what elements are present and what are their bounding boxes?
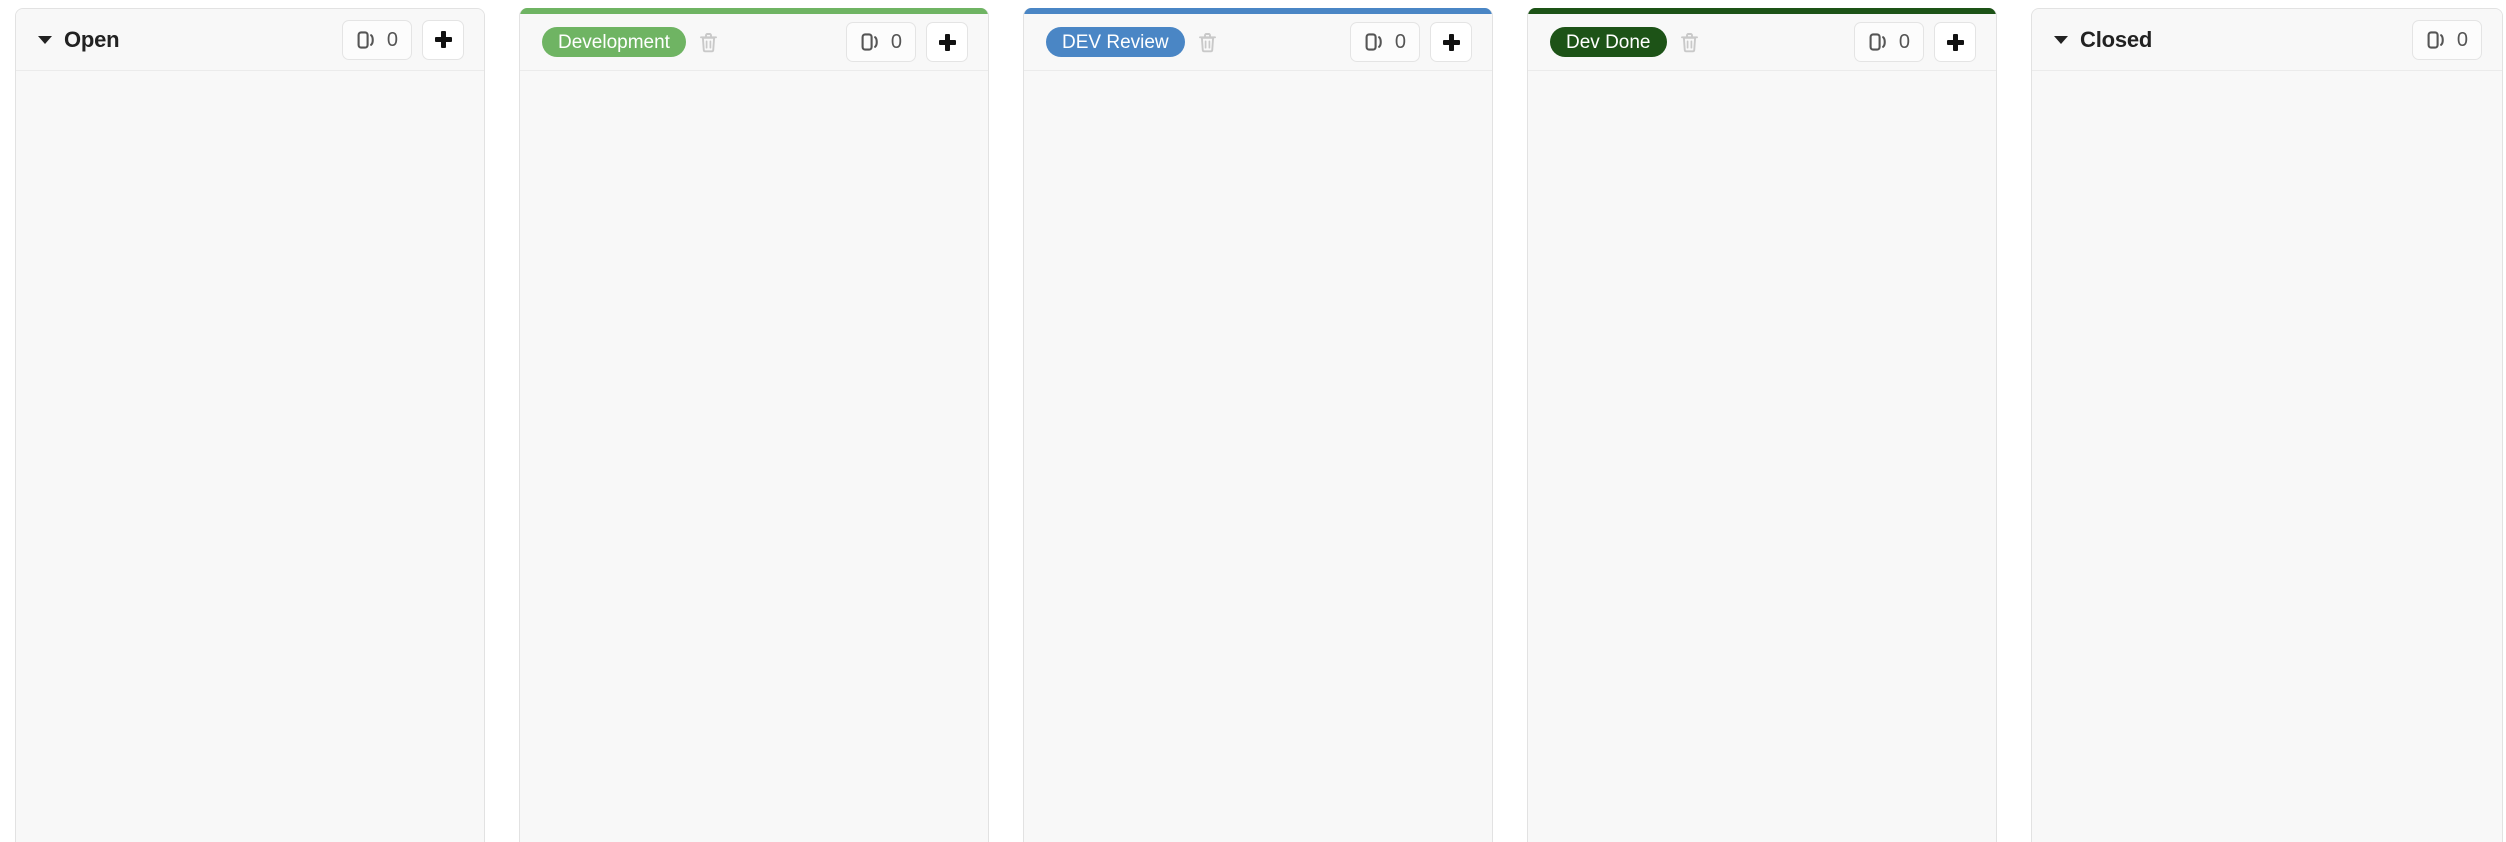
add-card-button[interactable] — [1430, 22, 1472, 62]
delete-column-button[interactable] — [1196, 29, 1220, 55]
card-count-icon — [861, 33, 878, 51]
caret-down-icon[interactable] — [2054, 35, 2068, 44]
card-count-badge[interactable]: 0 — [2411, 19, 2482, 60]
column-header-left: Open — [38, 26, 120, 53]
column-header-actions: 0 — [2411, 19, 2482, 60]
add-card-button[interactable] — [926, 22, 968, 62]
card-count-icon — [1869, 33, 1886, 51]
kanban-column-open: Open 0 — [15, 8, 485, 842]
column-header-left: Development — [542, 27, 721, 57]
kanban-column-development: Development 0 — [519, 8, 989, 842]
trash-icon — [1198, 32, 1217, 53]
column-header-actions: 0 — [341, 19, 464, 60]
column-card-list[interactable] — [520, 71, 988, 842]
column-status-pill[interactable]: DEV Review — [1046, 27, 1185, 57]
card-count-value: 0 — [386, 28, 398, 51]
column-status-pill[interactable]: Development — [542, 27, 686, 57]
kanban-board: Open 0 Development 0 DEV Review 0 Dev Done 0 Clo… — [0, 0, 2506, 842]
card-count-badge[interactable]: 0 — [341, 19, 412, 60]
column-header-actions: 0 — [1853, 22, 1976, 62]
column-header: Dev Done 0 — [1528, 14, 1996, 71]
plus-icon — [1946, 33, 1964, 51]
column-header: Closed 0 — [2032, 9, 2502, 71]
plus-icon — [938, 33, 956, 51]
kanban-column-closed: Closed 0 — [2031, 8, 2503, 842]
column-header-actions: 0 — [1349, 22, 1472, 62]
column-header: DEV Review 0 — [1024, 14, 1492, 71]
kanban-column-dev-done: Dev Done 0 — [1527, 8, 1997, 842]
caret-down-icon[interactable] — [38, 35, 52, 44]
column-header-left: DEV Review — [1046, 27, 1220, 57]
add-card-button[interactable] — [422, 19, 464, 60]
column-header: Open 0 — [16, 9, 484, 71]
card-count-value: 0 — [890, 31, 902, 53]
trash-icon — [1680, 32, 1699, 53]
add-card-button[interactable] — [1934, 22, 1976, 62]
column-title: Open — [64, 26, 120, 52]
column-header-left: Dev Done — [1550, 27, 1702, 57]
card-count-value: 0 — [1898, 31, 1910, 53]
column-header-actions: 0 — [845, 22, 968, 62]
card-count-value: 0 — [1394, 31, 1406, 53]
column-card-list[interactable] — [16, 71, 484, 842]
card-count-badge[interactable]: 0 — [845, 22, 916, 62]
column-card-list[interactable] — [2032, 71, 2502, 842]
column-header-left: Closed — [2054, 27, 2152, 53]
delete-column-button[interactable] — [697, 29, 721, 55]
kanban-column-dev-review: DEV Review 0 — [1023, 8, 1493, 842]
card-count-badge[interactable]: 0 — [1853, 22, 1924, 62]
column-status-pill[interactable]: Dev Done — [1550, 27, 1667, 57]
card-count-icon — [357, 30, 374, 49]
plus-icon — [434, 31, 452, 48]
column-title: Closed — [2080, 26, 2153, 52]
delete-column-button[interactable] — [1678, 29, 1702, 55]
plus-icon — [1442, 33, 1460, 51]
card-count-badge[interactable]: 0 — [1349, 22, 1420, 62]
card-count-icon — [2427, 30, 2444, 49]
card-count-value: 0 — [2456, 28, 2468, 51]
trash-icon — [699, 32, 718, 53]
column-header: Development 0 — [520, 14, 988, 71]
card-count-icon — [1365, 33, 1382, 51]
column-card-list[interactable] — [1024, 71, 1492, 842]
column-card-list[interactable] — [1528, 71, 1996, 842]
